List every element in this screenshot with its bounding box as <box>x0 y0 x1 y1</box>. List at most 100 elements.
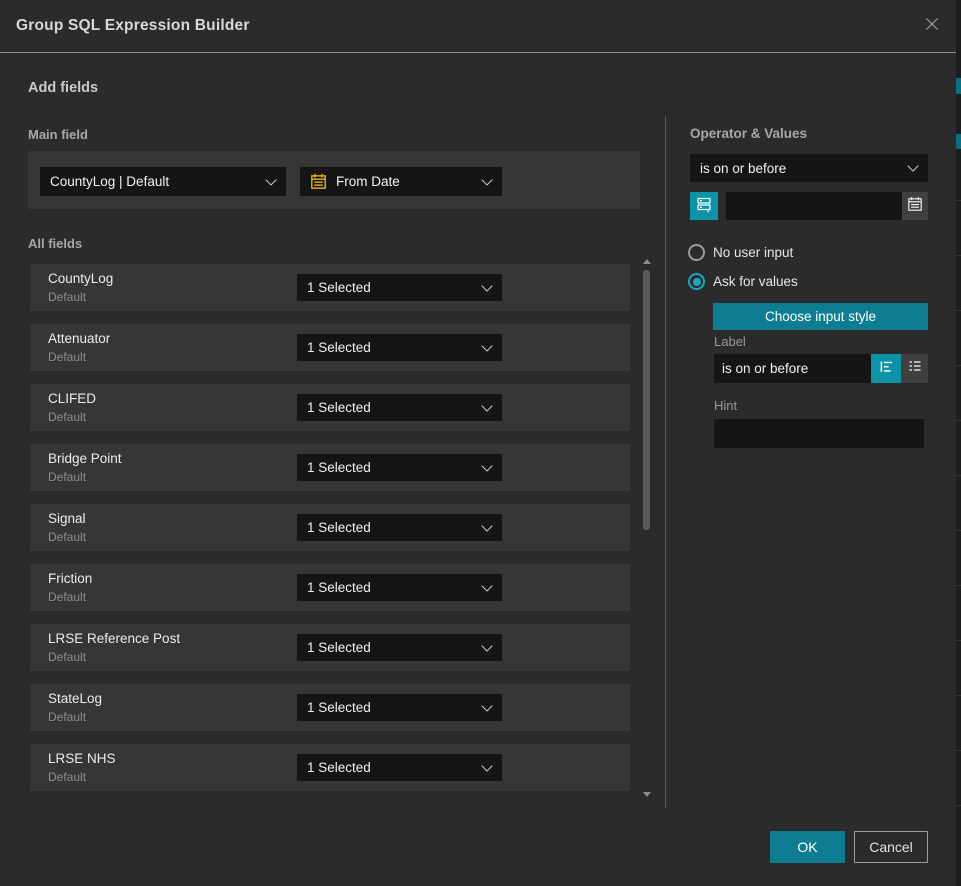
chevron-down-icon <box>481 460 492 471</box>
scrollbar-thumb[interactable] <box>643 270 650 530</box>
field-selection-value: 1 Selected <box>307 760 371 775</box>
field-sublabel: Default <box>48 350 86 364</box>
field-row: Bridge Point Default 1 Selected <box>30 444 630 491</box>
chevron-down-icon <box>481 640 492 651</box>
field-selection-dropdown[interactable]: 1 Selected <box>297 634 502 661</box>
title-separator <box>0 52 956 53</box>
calendar-date-icon <box>907 196 923 217</box>
field-selection-dropdown[interactable]: 1 Selected <box>297 694 502 721</box>
text-align-left-icon <box>878 358 895 380</box>
choose-input-style-button[interactable]: Choose input style <box>713 303 928 330</box>
column-divider <box>665 116 666 808</box>
radio-label: No user input <box>713 245 793 260</box>
field-row: CountyLog Default 1 Selected <box>30 264 630 311</box>
field-selection-dropdown[interactable]: 1 Selected <box>297 754 502 781</box>
field-row: Friction Default 1 Selected <box>30 564 630 611</box>
label-style-list-button[interactable] <box>901 354 928 383</box>
main-field-dropdown-value: From Date <box>336 174 400 189</box>
field-sublabel: Default <box>48 650 86 664</box>
all-fields-label: All fields <box>28 236 82 251</box>
field-selection-dropdown[interactable]: 1 Selected <box>297 574 502 601</box>
field-row: CLIFED Default 1 Selected <box>30 384 630 431</box>
field-row: LRSE NHS Default 1 Selected <box>30 744 630 791</box>
field-name: Bridge Point <box>48 451 122 466</box>
select-values-button[interactable] <box>690 192 718 220</box>
cancel-button[interactable]: Cancel <box>854 831 928 863</box>
operator-dropdown-value: is on or before <box>700 161 786 176</box>
close-button[interactable] <box>920 14 944 38</box>
label-input[interactable] <box>714 354 871 383</box>
field-selection-dropdown[interactable]: 1 Selected <box>297 394 502 421</box>
radio-circle-icon <box>688 244 705 261</box>
field-selection-dropdown[interactable]: 1 Selected <box>297 514 502 541</box>
hint-field-label: Hint <box>714 398 737 413</box>
field-selection-value: 1 Selected <box>307 520 371 535</box>
chevron-down-icon <box>265 174 276 185</box>
bulleted-list-icon <box>907 358 923 379</box>
scrollbar-down-arrow-icon[interactable] <box>643 792 651 797</box>
background-page-edge <box>956 0 961 886</box>
title-bar: Group SQL Expression Builder <box>0 0 956 52</box>
field-sublabel: Default <box>48 410 86 424</box>
field-selection-dropdown[interactable]: 1 Selected <box>297 454 502 481</box>
field-sublabel: Default <box>48 710 86 724</box>
main-field-label: Main field <box>28 127 88 142</box>
field-name: LRSE NHS <box>48 751 116 766</box>
close-icon <box>923 15 941 38</box>
field-row: LRSE Reference Post Default 1 Selected <box>30 624 630 671</box>
field-row: Attenuator Default 1 Selected <box>30 324 630 371</box>
field-selection-value: 1 Selected <box>307 400 371 415</box>
calendar-date-icon <box>310 173 327 190</box>
field-selection-value: 1 Selected <box>307 700 371 715</box>
all-fields-list: CountyLog Default 1 Selected Attenuator … <box>30 264 630 804</box>
field-name: StateLog <box>48 691 102 706</box>
field-name: LRSE Reference Post <box>48 631 180 646</box>
field-sublabel: Default <box>48 770 86 784</box>
chevron-down-icon <box>481 340 492 351</box>
field-selection-value: 1 Selected <box>307 340 371 355</box>
field-name: Signal <box>48 511 86 526</box>
field-selection-value: 1 Selected <box>307 460 371 475</box>
field-row: Signal Default 1 Selected <box>30 504 630 551</box>
ok-button[interactable]: OK <box>770 831 845 863</box>
main-field-panel: CountyLog | Default From Date <box>28 151 640 209</box>
background-edge-accent <box>956 134 961 149</box>
main-field-dropdown[interactable]: From Date <box>300 167 502 196</box>
main-layer-dropdown-value: CountyLog | Default <box>50 174 169 189</box>
radio-ask-for-values[interactable]: Ask for values <box>688 273 798 290</box>
label-style-text-button[interactable] <box>871 354 901 383</box>
date-picker-button[interactable] <box>902 192 928 220</box>
group-sql-expression-builder-dialog: { "title_bar": { "title": "Group SQL Exp… <box>0 0 961 886</box>
main-layer-dropdown[interactable]: CountyLog | Default <box>40 167 286 196</box>
background-edge-accent <box>956 78 961 94</box>
chevron-down-icon <box>481 174 492 185</box>
operator-dropdown[interactable]: is on or before <box>690 154 928 182</box>
field-row: StateLog Default 1 Selected <box>30 684 630 731</box>
chevron-down-icon <box>481 760 492 771</box>
radio-no-user-input[interactable]: No user input <box>688 244 793 261</box>
chevron-down-icon <box>481 580 492 591</box>
field-selection-dropdown[interactable]: 1 Selected <box>297 334 502 361</box>
field-selection-value: 1 Selected <box>307 640 371 655</box>
field-sublabel: Default <box>48 590 86 604</box>
value-input[interactable] <box>726 192 902 220</box>
field-sublabel: Default <box>48 470 86 484</box>
radio-label: Ask for values <box>713 274 798 289</box>
field-name: Attenuator <box>48 331 110 346</box>
field-selection-dropdown[interactable]: 1 Selected <box>297 274 502 301</box>
field-name: Friction <box>48 571 92 586</box>
radio-circle-icon <box>688 273 705 290</box>
chevron-down-icon <box>481 520 492 531</box>
select-values-list-icon <box>695 195 713 218</box>
hint-input[interactable] <box>714 419 924 448</box>
scrollbar-up-arrow-icon[interactable] <box>643 259 651 264</box>
add-fields-heading: Add fields <box>28 80 98 96</box>
chevron-down-icon <box>481 280 492 291</box>
chevron-down-icon <box>481 700 492 711</box>
field-sublabel: Default <box>48 290 86 304</box>
field-sublabel: Default <box>48 530 86 544</box>
label-field-label: Label <box>714 334 746 349</box>
field-name: CLIFED <box>48 391 96 406</box>
chevron-down-icon <box>481 400 492 411</box>
field-selection-value: 1 Selected <box>307 580 371 595</box>
